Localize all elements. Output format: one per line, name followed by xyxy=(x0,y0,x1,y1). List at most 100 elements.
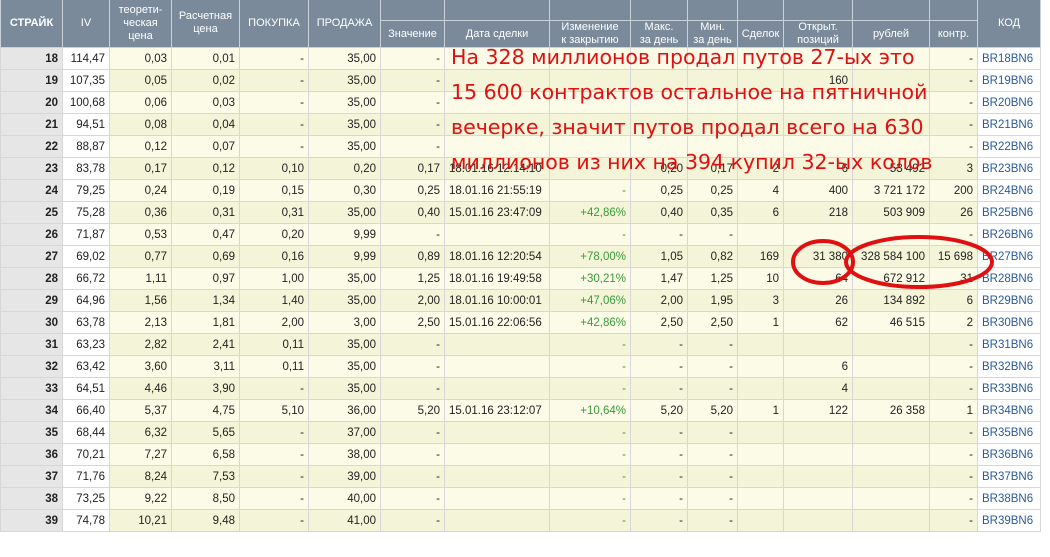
cell-value: - xyxy=(380,421,445,444)
table-row[interactable]: 37 71,76 8,24 7,53-39,00- - - - - BR37BN6 xyxy=(0,465,1041,488)
cell-calc-price: 0,03 xyxy=(171,91,240,114)
cell-theo-price: 0,05 xyxy=(109,69,172,92)
table-row[interactable]: 24 79,25 0,24 0,19 0,15 0,30 0,25 18.01.16 21:5… xyxy=(0,179,1041,202)
cell-code[interactable]: BR20BN6 xyxy=(977,91,1041,114)
col-buy[interactable]: ПОКУПКА xyxy=(239,0,309,48)
table-row[interactable]: 22 88,87 0,12 0,07-35,00- - BR22BN6 xyxy=(0,135,1041,158)
cell-code[interactable]: BR30BN6 xyxy=(977,311,1041,334)
cell-iv: 64,51 xyxy=(62,377,110,400)
table-row[interactable]: 32 63,42 3,60 3,11 0,11 35,00- - - -6- BR32BN6 xyxy=(0,355,1041,378)
table-row[interactable]: 35 68,44 6,32 5,65-37,00- - - - - BR35BN6 xyxy=(0,421,1041,444)
table-row[interactable]: 33 64,51 4,46 3,90-35,00- - - -4- BR33BN6 xyxy=(0,377,1041,400)
col-max[interactable]: Макс. за день xyxy=(630,20,688,48)
cell-code[interactable]: BR19BN6 xyxy=(977,69,1041,92)
cell-change: +42,86% xyxy=(549,201,631,224)
cell-max: - xyxy=(630,377,688,400)
cell-code[interactable]: BR36BN6 xyxy=(977,443,1041,466)
table-row[interactable]: 30 63,78 2,13 1,81 2,00 3,00 2,50 15.01.16 22:0… xyxy=(0,311,1041,334)
table-row[interactable]: 39 74,78 10,21 9,48-41,00- - - - - BR39BN6 xyxy=(0,509,1041,532)
col-iv[interactable]: IV xyxy=(62,0,110,48)
cell-code[interactable]: BR27BN6 xyxy=(977,245,1041,268)
cell-strike: 32 xyxy=(0,355,63,378)
cell-code[interactable]: BR31BN6 xyxy=(977,333,1041,356)
cell-max: - xyxy=(630,443,688,466)
cell-min: 2,50 xyxy=(687,311,738,334)
cell-code[interactable]: BR28BN6 xyxy=(977,267,1041,290)
cell-theo-price: 0,36 xyxy=(109,201,172,224)
col-code[interactable]: КОД xyxy=(977,0,1041,48)
col-change[interactable]: Изменение к закрытию xyxy=(549,20,631,48)
cell-deals xyxy=(737,223,784,246)
cell-code[interactable]: BR37BN6 xyxy=(977,465,1041,488)
cell-sell: 41,00 xyxy=(308,509,381,532)
col-deals[interactable]: Сделок xyxy=(737,20,784,48)
table-row[interactable]: 21 94,51 0,08 0,04-35,00- - BR21BN6 xyxy=(0,113,1041,136)
table-row[interactable]: 25 75,28 0,36 0,31 0,31 35,00 0,40 15.01.16 23:… xyxy=(0,201,1041,224)
cell-code[interactable]: BR29BN6 xyxy=(977,289,1041,312)
cell-buy: 0,11 xyxy=(239,333,309,356)
col-calc-price[interactable]: Расчетная цена xyxy=(171,0,240,48)
cell-code[interactable]: BR38BN6 xyxy=(977,487,1041,510)
cell-min xyxy=(687,113,738,136)
cell-deals xyxy=(737,47,784,70)
table-row[interactable]: 23 83,78 0,17 0,12 0,10 0,20 0,17 18.01.16 12:1… xyxy=(0,157,1041,180)
cell-calc-price: 4,75 xyxy=(171,399,240,422)
cell-code[interactable]: BR34BN6 xyxy=(977,399,1041,422)
table-row[interactable]: 34 66,40 5,37 4,75 5,10 36,00 5,20 15.01.16 23:… xyxy=(0,399,1041,422)
cell-code[interactable]: BR39BN6 xyxy=(977,509,1041,532)
col-open-interest[interactable]: Открыт. позиций xyxy=(783,20,853,48)
cell-contracts: 26 xyxy=(929,201,978,224)
table-row[interactable]: 18 114,47 0,03 0,01-35,00- - BR18BN6 xyxy=(0,47,1041,70)
cell-iv: 66,40 xyxy=(62,399,110,422)
cell-deals xyxy=(737,443,784,466)
cell-rubles: 328 584 100 xyxy=(852,245,930,268)
cell-code[interactable]: BR23BN6 xyxy=(977,157,1041,180)
cell-theo-price: 0,06 xyxy=(109,91,172,114)
col-contracts[interactable]: контр. xyxy=(929,20,978,48)
cell-code[interactable]: BR21BN6 xyxy=(977,113,1041,136)
col-theo-price[interactable]: теорети-ческая цена xyxy=(109,0,172,48)
cell-theo-price: 0,03 xyxy=(109,47,172,70)
table-row[interactable]: 36 70,21 7,27 6,58-38,00- - - - - BR36BN6 xyxy=(0,443,1041,466)
cell-max: 1,47 xyxy=(630,267,688,290)
cell-theo-price: 0,17 xyxy=(109,157,172,180)
cell-theo-price: 6,32 xyxy=(109,421,172,444)
table-row[interactable]: 26 71,87 0,53 0,47 0,20 9,99- - - - - BR26BN6 xyxy=(0,223,1041,246)
cell-code[interactable]: BR33BN6 xyxy=(977,377,1041,400)
table-row[interactable]: 19 107,35 0,05 0,02-35,00-160- BR19BN6 xyxy=(0,69,1041,92)
cell-sell: 35,00 xyxy=(308,289,381,312)
cell-code[interactable]: BR22BN6 xyxy=(977,135,1041,158)
cell-code[interactable]: BR26BN6 xyxy=(977,223,1041,246)
col-rubles[interactable]: рублей xyxy=(852,20,930,48)
cell-deals: 3 xyxy=(737,289,784,312)
table-row[interactable]: 27 69,02 0,77 0,69 0,16 9,99 0,89 18.01.16 12:2… xyxy=(0,245,1041,268)
col-value[interactable]: Значение xyxy=(380,20,445,48)
col-min[interactable]: Мин. за день xyxy=(687,20,738,48)
cell-sell: 35,00 xyxy=(308,377,381,400)
cell-contracts: - xyxy=(929,333,978,356)
cell-change: +42,86% xyxy=(549,311,631,334)
cell-value: - xyxy=(380,509,445,532)
cell-code[interactable]: BR32BN6 xyxy=(977,355,1041,378)
cell-value: - xyxy=(380,47,445,70)
table-row[interactable]: 28 66,72 1,11 0,97 1,00 35,00 1,25 18.01.16 19:… xyxy=(0,267,1041,290)
col-sell[interactable]: ПРОДАЖА xyxy=(308,0,381,48)
cell-code[interactable]: BR18BN6 xyxy=(977,47,1041,70)
cell-value: 0,89 xyxy=(380,245,445,268)
table-row[interactable]: 29 64,96 1,56 1,34 1,40 35,00 2,00 18.01.16 10:… xyxy=(0,289,1041,312)
table-row[interactable]: 20 100,68 0,06 0,03-35,00- - BR20BN6 xyxy=(0,91,1041,114)
cell-min: - xyxy=(687,443,738,466)
cell-date: 18.01.16 10:00:01 xyxy=(444,289,550,312)
col-strike[interactable]: СТРАЙК xyxy=(0,0,63,48)
cell-code[interactable]: BR24BN6 xyxy=(977,179,1041,202)
cell-code[interactable]: BR35BN6 xyxy=(977,421,1041,444)
cell-calc-price: 0,04 xyxy=(171,113,240,136)
cell-code[interactable]: BR25BN6 xyxy=(977,201,1041,224)
cell-min: - xyxy=(687,355,738,378)
table-row[interactable]: 38 73,25 9,22 8,50-40,00- - - - - BR38BN6 xyxy=(0,487,1041,510)
cell-rubles: 503 909 xyxy=(852,201,930,224)
cell-strike: 26 xyxy=(0,223,63,246)
cell-value: 0,17 xyxy=(380,157,445,180)
table-row[interactable]: 31 63,23 2,82 2,41 0,11 35,00- - - - - BR31BN6 xyxy=(0,333,1041,356)
col-date[interactable]: Дата сделки xyxy=(444,20,550,48)
